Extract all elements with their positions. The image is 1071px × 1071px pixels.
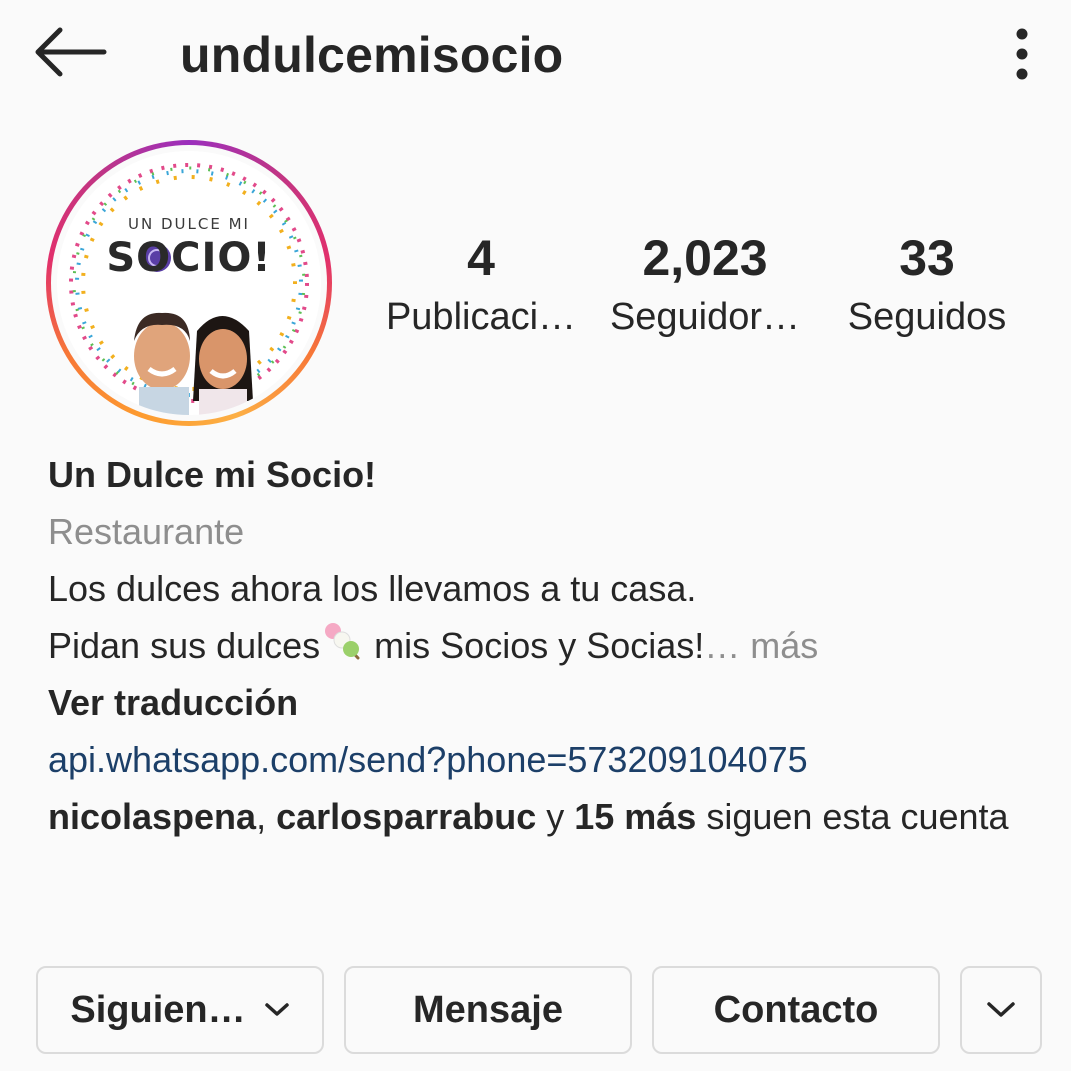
bio-line-1: Los dulces ahora los llevamos a tu casa.	[48, 568, 697, 609]
category-label[interactable]: Restaurante	[48, 503, 1038, 560]
back-button[interactable]	[30, 22, 110, 82]
conjunction-text: y	[536, 796, 575, 837]
display-name: Un Dulce mi Socio!	[48, 454, 377, 495]
see-translation-link[interactable]: Ver traducción	[48, 674, 1038, 731]
follower-user-2[interactable]: carlosparrabuc	[276, 796, 536, 837]
options-menu-button[interactable]	[1000, 24, 1044, 84]
following-button-label: Siguien…	[70, 988, 246, 1031]
profile-bio: Un Dulce mi Socio! Restaurante Los dulce…	[48, 446, 1038, 845]
bio-line-2-end: mis Socios y Socias!	[364, 625, 705, 666]
contact-button[interactable]: Contacto	[652, 966, 940, 1054]
message-button[interactable]: Mensaje	[344, 966, 632, 1054]
followers-number: 2,023	[642, 230, 768, 286]
profile-avatar[interactable]: UN DULCE MI SOCIO!	[46, 140, 332, 426]
logo-title: SOCIO!	[106, 235, 272, 281]
following-count[interactable]: 33 Seguidos	[830, 228, 1024, 340]
logo-decoration	[69, 163, 309, 415]
other-followers-count[interactable]: 15 más	[574, 796, 696, 837]
bio-line-2: Pidan sus dulces mis Socios y Socias!… m…	[48, 617, 1038, 674]
bio-line-2-start: Pidan sus dulces	[48, 625, 321, 666]
followed-by-suffix: siguen esta cuenta	[696, 796, 1009, 837]
arrow-left-icon	[35, 27, 107, 77]
followed-by-text[interactable]: nicolaspena, carlosparrabuc y 15 más sig…	[48, 788, 1038, 845]
chevron-down-icon	[264, 1003, 289, 1016]
posts-number: 4	[467, 230, 495, 286]
posts-count[interactable]: 4 Publicaci…	[380, 228, 582, 340]
suggested-accounts-button[interactable]	[960, 966, 1042, 1054]
more-vertical-icon	[1016, 28, 1028, 80]
top-bar: undulcemisocio	[0, 0, 1071, 110]
separator-text: ,	[256, 796, 277, 837]
logo-subtitle: UN DULCE MI	[128, 215, 250, 233]
follower-user-1[interactable]: nicolaspena	[48, 796, 256, 837]
following-number: 33	[899, 230, 955, 286]
message-button-label: Mensaje	[413, 988, 563, 1031]
see-more-link[interactable]: … más	[704, 625, 818, 666]
website-link[interactable]: api.whatsapp.com/send?phone=573209104075	[48, 731, 1038, 788]
profile-username: undulcemisocio	[180, 27, 564, 83]
chevron-down-icon	[987, 1002, 1015, 1017]
dango-emoji-icon	[325, 623, 360, 660]
posts-label: Publicaci…	[385, 296, 577, 338]
following-label: Seguidos	[847, 296, 1007, 338]
following-button[interactable]: Siguien…	[36, 966, 324, 1054]
contact-button-label: Contacto	[713, 988, 879, 1031]
avatar-image: UN DULCE MI SOCIO!	[57, 151, 321, 415]
followers-count[interactable]: 2,023 Seguidor…	[606, 228, 804, 340]
followers-label: Seguidor…	[609, 296, 801, 338]
profile-page: undulcemisocio UN DULCE MI SOCIO! 4 Publ…	[0, 0, 1071, 1071]
